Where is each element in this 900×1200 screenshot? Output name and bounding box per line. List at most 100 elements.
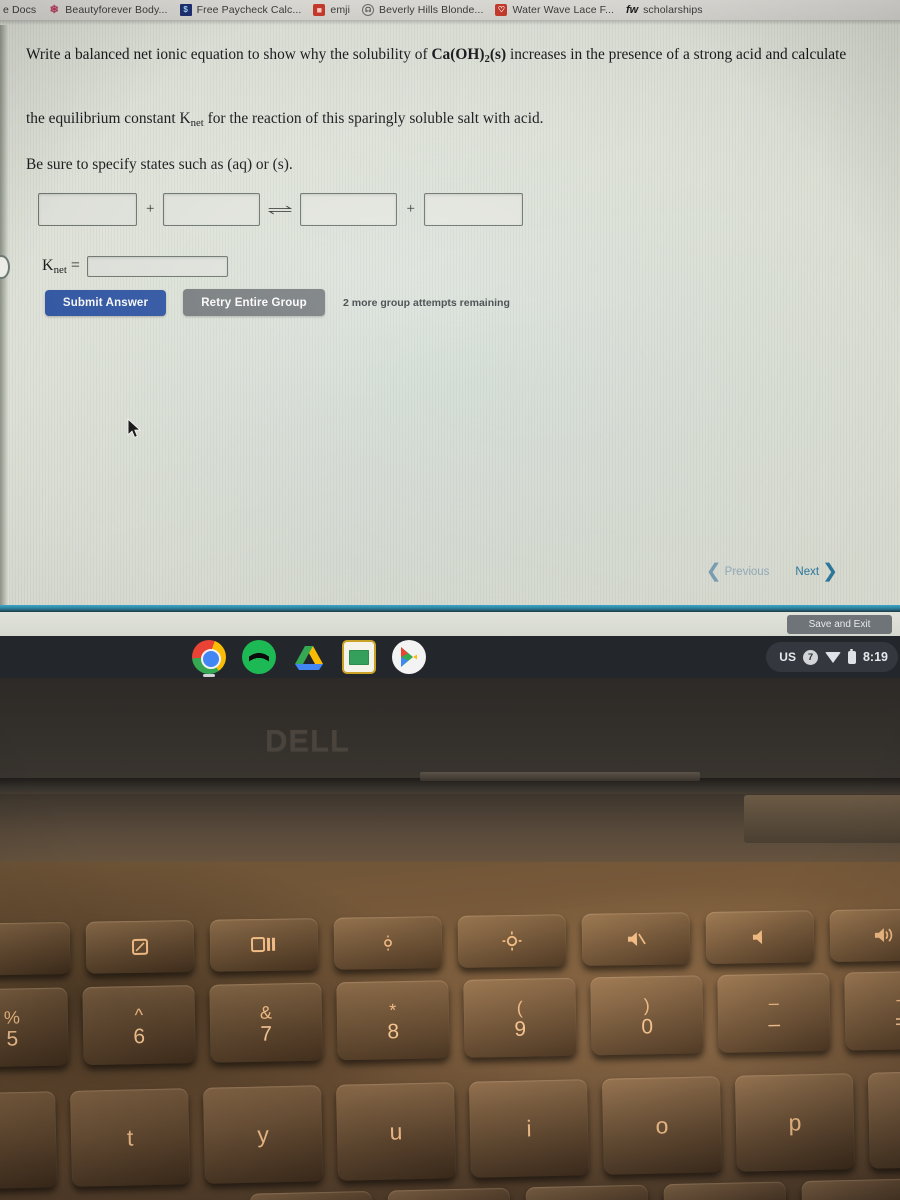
clock-label: 8:19 [862,650,888,664]
key-6-base: 6 [133,1024,146,1049]
google-classroom-icon[interactable] [342,640,376,674]
mute-key[interactable] [581,912,691,966]
key-equals[interactable]: + = [844,970,900,1051]
key-t-label: t [126,1123,134,1151]
knet-subscript: net [190,117,204,130]
key-t[interactable]: t [70,1088,191,1187]
key-9-shift: ( [516,997,523,1018]
question-line2-a: the equilibrium constant K [26,110,191,127]
key-7[interactable]: & 7 [209,982,323,1063]
plus-sign-2: + [406,201,415,217]
states-instruction: Be sure to specify states such as (aq) o… [26,156,293,173]
key-8[interactable]: * 8 [336,980,450,1061]
key-minus-shift: – [768,992,779,1014]
key-minus[interactable]: – – [717,972,831,1053]
question-line-1: Write a balanced net ionic equation to s… [26,43,872,71]
dell-logo: DELL [265,723,350,758]
fullscreen-key[interactable] [85,920,195,974]
save-and-exit-button[interactable]: Save and Exit [787,615,892,634]
page-scrollbar[interactable] [0,25,9,605]
question-text-b: increases in the presence of a strong ac… [506,46,847,63]
knet-value-input[interactable] [86,256,228,277]
key-7-base: 7 [260,1022,273,1046]
knet-row: Knet = [42,256,228,277]
key-blank-left[interactable] [0,921,71,976]
key-9[interactable]: ( 9 [463,977,577,1058]
key-p-label: p [788,1108,802,1136]
system-status-tray[interactable]: US 7 8:19 [766,642,898,672]
knet-equals: = [70,256,80,274]
bookmark-item[interactable]: ☊ Beverly Hills Blonde... [359,4,492,16]
brightness-down-key[interactable] [333,916,443,970]
pager-nav: ❮ Previous Next ❯ [706,562,838,581]
key-partial-2[interactable] [387,1187,511,1200]
key-u-label: u [389,1117,403,1145]
product-2-input[interactable] [423,193,523,226]
key-u[interactable]: u [335,1082,457,1181]
key-partial-1[interactable] [249,1190,373,1200]
shelf-app-list [192,640,426,677]
key-o[interactable]: o [601,1076,723,1175]
key-p[interactable]: p [734,1073,855,1172]
next-button[interactable]: Next ❯ [795,562,838,581]
key-partial-3[interactable] [525,1184,649,1200]
volume-down-key[interactable] [705,910,815,964]
laptop-screen: e Docs ❄ Beautyforever Body... $ Free Pa… [0,0,900,636]
question-line-2: the equilibrium constant Knet for the re… [26,107,726,135]
bookmark-item[interactable]: $ Free Paycheck Calc... [177,4,311,16]
reactant-2-input[interactable] [163,193,261,226]
screenshot-root: e Docs ❄ Beautyforever Body... $ Free Pa… [0,0,900,1200]
retry-entire-group-button[interactable]: Retry Entire Group [183,289,325,316]
horizontal-scrollbar[interactable] [0,605,900,612]
key-partial-5[interactable] [801,1178,900,1200]
key-6[interactable]: ^ 6 [82,985,196,1066]
bookmark-item[interactable]: ■ emji [310,4,359,16]
hinge-bar [420,772,700,781]
play-store-icon[interactable] [392,640,426,674]
key-8-shift: * [389,1000,397,1021]
key-y[interactable]: y [202,1085,324,1184]
key-5-base: 5 [6,1027,19,1051]
bookmark-label: Beautyforever Body... [65,4,168,16]
key-7-shift: & [259,1002,273,1023]
chemical-formula: Ca(OH)2(s) [431,46,506,65]
chrome-icon[interactable] [192,640,226,677]
key-5[interactable]: % 5 [0,987,69,1068]
attempts-remaining-text: 2 more group attempts remaining [343,296,510,309]
question-line-3: Be sure to specify states such as (aq) o… [26,153,726,177]
key-r[interactable] [0,1091,58,1190]
reactant-1-input[interactable] [38,193,137,226]
key-partial-4[interactable] [663,1181,787,1200]
bookmark-label: Free Paycheck Calc... [196,4,302,16]
fw-icon: fw [625,3,639,16]
book-icon: ■ [313,4,326,16]
google-drive-icon[interactable] [292,640,326,674]
key-minus-base: – [768,1012,781,1037]
mouse-cursor-icon [127,417,142,445]
key-i[interactable]: i [468,1079,590,1178]
plus-sign-1: + [146,201,155,217]
question-text-a: Write a balanced net ionic equation to s… [26,46,432,63]
volume-up-key[interactable] [829,908,900,963]
product-1-input[interactable] [300,193,398,226]
key-5-shift: % [3,1007,21,1028]
bookmark-item[interactable]: ❄ Beautyforever Body... [45,4,176,16]
bookmark-label: Water Wave Lace F... [512,4,615,16]
bookmark-item[interactable]: fw scholarships [623,4,712,16]
key-o-label: o [655,1111,669,1139]
spotify-icon[interactable] [242,640,276,674]
bookmark-item[interactable]: ♡ Water Wave Lace F... [492,4,623,16]
page-footer-strip [0,612,900,636]
key-8-base: 8 [387,1020,400,1044]
bookmark-item[interactable]: e Docs [0,4,45,16]
brightness-up-key[interactable] [457,914,567,968]
key-bracket-left[interactable]: { [867,1070,900,1169]
next-label: Next [795,565,820,578]
key-0[interactable]: ) 0 [590,975,704,1056]
formula-base: Ca(OH) [431,46,485,63]
chromeos-shelf: US 7 8:19 [0,636,900,678]
overview-key[interactable] [209,918,319,972]
equation-input-row: + + [38,193,523,226]
previous-button[interactable]: ❮ Previous [706,562,770,581]
submit-answer-button[interactable]: Submit Answer [45,289,166,316]
